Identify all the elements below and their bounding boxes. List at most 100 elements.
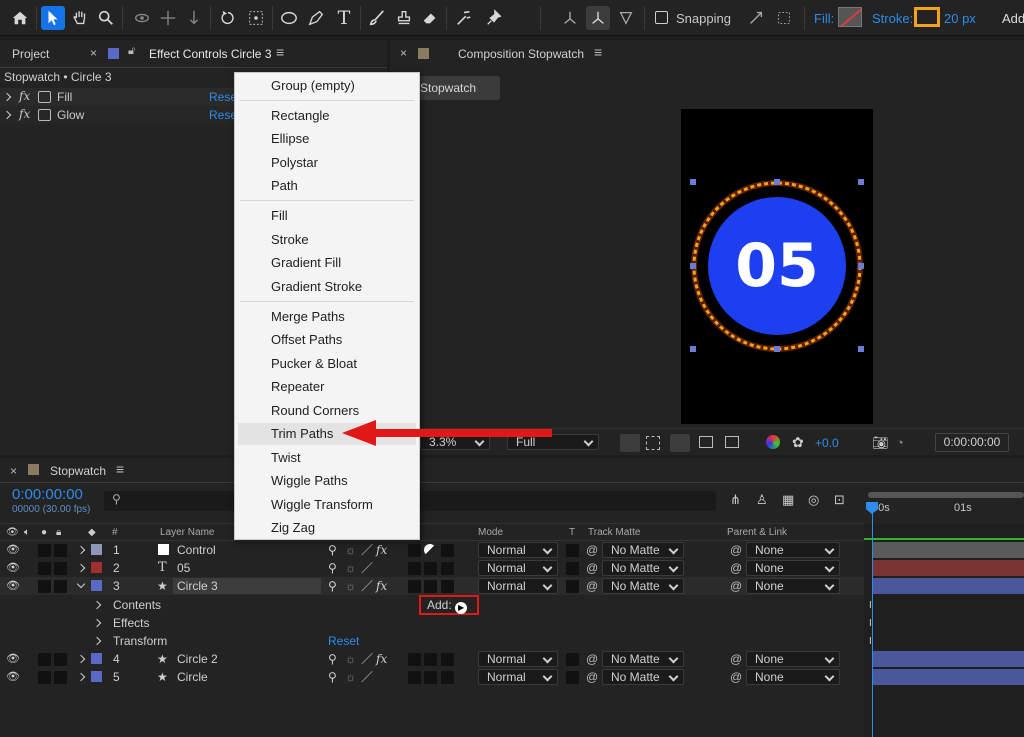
- track-matte-dropdown[interactable]: No Matte: [602, 542, 684, 558]
- mode-dropdown[interactable]: Normal: [478, 578, 558, 594]
- quality-switch-icon[interactable]: ／: [361, 650, 373, 668]
- preserve-transparency-toggle[interactable]: [566, 562, 579, 575]
- motion-blur-icon[interactable]: ◎: [808, 492, 819, 508]
- local-axis-icon[interactable]: [558, 6, 582, 30]
- quality-switch-icon[interactable]: ／: [361, 668, 373, 686]
- quality-switch-icon[interactable]: ／: [361, 541, 373, 559]
- menu-item-rectangle[interactable]: Rectangle: [271, 106, 330, 126]
- matte-link-icon[interactable]: @: [586, 559, 598, 577]
- channels-icon[interactable]: [766, 435, 780, 449]
- snapshot-icon[interactable]: 📷︎: [872, 435, 889, 451]
- shy-switch-icon[interactable]: ⚲: [328, 650, 337, 668]
- preserve-transparency-toggle[interactable]: [566, 544, 579, 557]
- switch-box[interactable]: [424, 580, 437, 593]
- work-area-bar[interactable]: [868, 492, 1024, 498]
- menu-item-wiggle-paths[interactable]: Wiggle Paths: [271, 471, 348, 491]
- playhead-line[interactable]: [872, 502, 873, 737]
- layer-name[interactable]: Circle: [177, 668, 208, 686]
- lock-toggle[interactable]: [54, 544, 67, 557]
- track-matte-dropdown[interactable]: No Matte: [602, 669, 684, 685]
- world-axis-icon[interactable]: [586, 6, 610, 30]
- fx-icon[interactable]: fx: [19, 107, 30, 121]
- solo-toggle[interactable]: [38, 544, 51, 557]
- brush-tool-icon[interactable]: [365, 6, 389, 30]
- contents-row[interactable]: Contents Add: ▶: [0, 595, 864, 615]
- parent-dropdown[interactable]: None: [746, 542, 840, 558]
- close-icon[interactable]: ×: [10, 464, 17, 478]
- pick-whip-icon[interactable]: @: [730, 577, 742, 595]
- track-matte-dropdown[interactable]: No Matte: [602, 560, 684, 576]
- shy-switch-icon[interactable]: ⚲: [328, 559, 337, 577]
- eye-icon[interactable]: 👁︎: [6, 668, 20, 686]
- comp-flowchart-icon[interactable]: ⋔: [730, 492, 741, 508]
- chevron-right-icon[interactable]: [76, 563, 86, 573]
- region-of-interest-icon[interactable]: [699, 436, 713, 448]
- shy-switch-icon[interactable]: ⚲: [328, 668, 337, 686]
- menu-item-offset-paths[interactable]: Offset Paths: [271, 330, 342, 350]
- add-play-icon[interactable]: ▶: [455, 602, 468, 614]
- graph-editor-icon[interactable]: ⊡: [834, 492, 845, 508]
- eye-icon[interactable]: 👁︎: [6, 650, 20, 668]
- shy-layers-icon[interactable]: ♙: [756, 492, 768, 508]
- label-color-swatch[interactable]: [91, 671, 102, 682]
- shy-switch-icon[interactable]: ⚲: [328, 577, 337, 595]
- menu-item-repeater[interactable]: Repeater: [271, 377, 324, 397]
- menu-item-polystar[interactable]: Polystar: [271, 153, 318, 173]
- label-color-swatch[interactable]: [91, 580, 102, 591]
- preserve-transparency-toggle[interactable]: [566, 671, 579, 684]
- panel-menu-icon[interactable]: ≡: [116, 461, 124, 477]
- tab-effect-controls[interactable]: Effect Controls Circle 3: [149, 47, 272, 61]
- frame-blending-icon[interactable]: ▦: [782, 492, 794, 508]
- switch-box[interactable]: [408, 580, 421, 593]
- pen-tool-icon[interactable]: [304, 6, 328, 30]
- roto-brush-icon[interactable]: [452, 6, 476, 30]
- switch-box[interactable]: [408, 544, 421, 557]
- panel-menu-icon[interactable]: ≡: [276, 44, 284, 60]
- stroke-swatch[interactable]: [914, 7, 940, 27]
- layer-bar[interactable]: [872, 578, 1024, 594]
- pick-whip-icon[interactable]: @: [730, 668, 742, 686]
- switch-box[interactable]: [441, 653, 454, 666]
- label-color-swatch[interactable]: [91, 544, 102, 555]
- exposure-value[interactable]: +0.0: [815, 436, 839, 450]
- collapse-switch-icon[interactable]: ☼: [345, 559, 356, 577]
- chevron-right-icon[interactable]: [92, 636, 102, 646]
- lock-toggle[interactable]: [54, 562, 67, 575]
- close-icon[interactable]: ×: [90, 46, 97, 60]
- eye-icon[interactable]: 👁︎: [6, 559, 20, 577]
- comp-timecode[interactable]: 0:00:00:00: [935, 433, 1009, 452]
- tab-composition[interactable]: Composition Stopwatch: [458, 47, 584, 61]
- mode-dropdown[interactable]: Normal: [478, 651, 558, 667]
- lock-toggle[interactable]: [54, 671, 67, 684]
- pan-camera-icon[interactable]: [156, 6, 180, 30]
- lock-toggle[interactable]: [54, 653, 67, 666]
- mask-visibility-icon[interactable]: [670, 434, 690, 452]
- track-matte-dropdown[interactable]: No Matte: [602, 651, 684, 667]
- layer-row-selected[interactable]: 👁︎ 3 ★ Circle 3 ⚲ ☼ ／ fx Normal @ No Matte …: [0, 577, 864, 595]
- chevron-right-icon[interactable]: [2, 92, 12, 102]
- zoom-tool-icon[interactable]: [94, 6, 118, 30]
- dolly-camera-icon[interactable]: [182, 6, 206, 30]
- menu-item-zig-zag[interactable]: Zig Zag: [271, 518, 315, 538]
- selection-tool-icon[interactable]: [41, 6, 65, 30]
- track-matte-dropdown[interactable]: No Matte: [602, 578, 684, 594]
- layer-bar[interactable]: [872, 560, 1024, 576]
- layer-name[interactable]: Circle 2: [177, 650, 218, 668]
- mode-dropdown[interactable]: Normal: [478, 669, 558, 685]
- time-ruler[interactable]: 00s 01s: [864, 490, 1024, 524]
- eye-icon[interactable]: 👁︎: [6, 577, 20, 595]
- collapse-switch-icon[interactable]: ☼: [345, 541, 356, 559]
- effects-row[interactable]: Effects: [0, 614, 864, 632]
- close-icon[interactable]: ×: [400, 46, 407, 60]
- pick-whip-icon[interactable]: @: [730, 541, 742, 559]
- tab-project[interactable]: Project: [12, 47, 49, 61]
- layer-name-header[interactable]: Layer Name: [160, 524, 214, 541]
- parent-dropdown[interactable]: None: [746, 669, 840, 685]
- parent-dropdown[interactable]: None: [746, 560, 840, 576]
- preserve-transparency-toggle[interactable]: [566, 580, 579, 593]
- switch-box[interactable]: [441, 671, 454, 684]
- chevron-right-icon[interactable]: [92, 618, 102, 628]
- add-content-button[interactable]: Add: ▶: [427, 596, 468, 614]
- layer-bar[interactable]: [872, 669, 1024, 685]
- fx-switch-icon[interactable]: fx: [376, 577, 387, 595]
